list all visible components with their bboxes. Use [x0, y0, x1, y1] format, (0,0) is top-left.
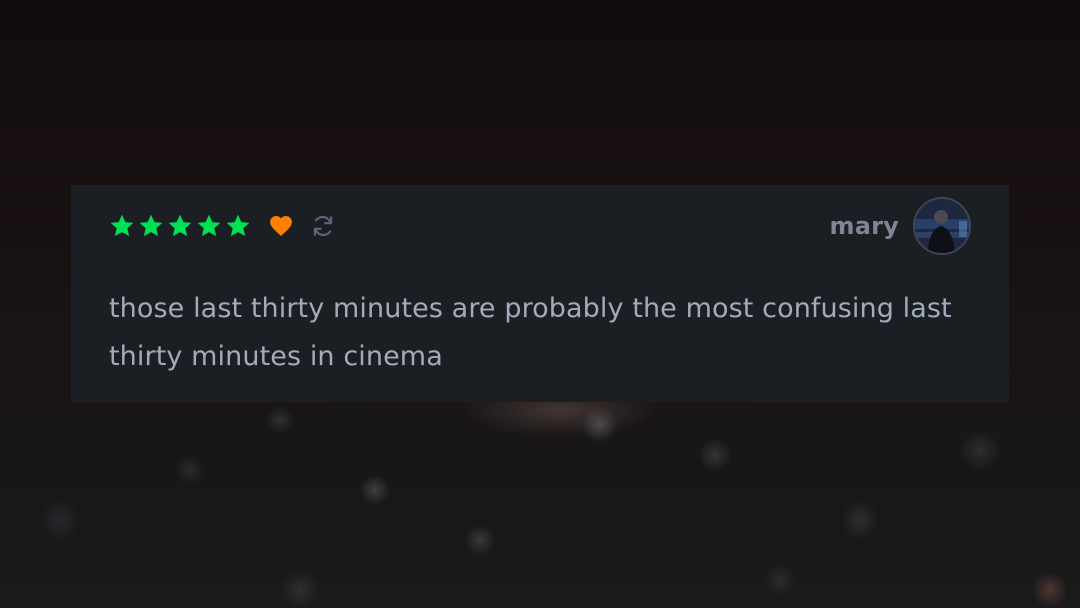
blurred-background: mary those last thirty minutes are proba…: [0, 0, 1080, 608]
review-author[interactable]: mary: [830, 197, 971, 255]
review-meta-row: [109, 211, 337, 241]
username[interactable]: mary: [830, 212, 899, 240]
rewatch-icon[interactable]: [309, 212, 337, 240]
review-card: mary those last thirty minutes are proba…: [71, 185, 1009, 402]
star-icon: [197, 214, 221, 237]
star-rating: [109, 213, 254, 239]
heart-icon[interactable]: [268, 213, 294, 239]
review-text: those last thirty minutes are probably t…: [109, 293, 952, 372]
star-icon: [139, 214, 163, 237]
star-icon: [226, 214, 250, 237]
star-icon: [168, 214, 192, 237]
avatar-image: [915, 199, 969, 253]
star-icon: [110, 214, 134, 237]
avatar[interactable]: [913, 197, 971, 255]
